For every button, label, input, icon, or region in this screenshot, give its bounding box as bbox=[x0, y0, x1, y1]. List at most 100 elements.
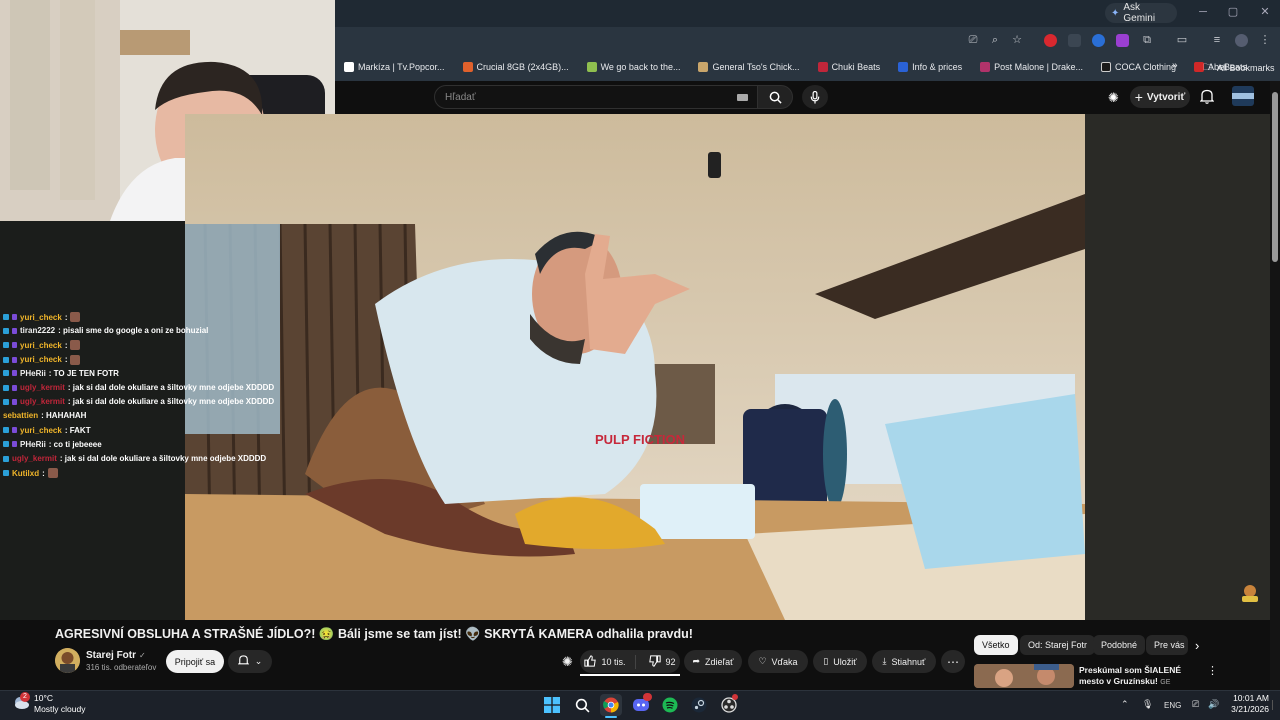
subscriber-badge-icon bbox=[12, 398, 17, 405]
bookmark-item[interactable]: Post Malone | Drake... bbox=[971, 62, 1092, 72]
chip-related[interactable]: Podobné bbox=[1093, 635, 1146, 655]
chat-username[interactable]: PHeRii bbox=[20, 440, 46, 449]
show-desktop-button[interactable] bbox=[1272, 700, 1278, 710]
chat-badge-icon bbox=[3, 470, 9, 477]
bookmark-item[interactable]: We go back to the... bbox=[578, 62, 690, 72]
chat-username[interactable]: ugly_kermit bbox=[20, 397, 65, 406]
thanks-button[interactable]: ♡ Vďaka bbox=[748, 650, 808, 673]
bookmark-star-icon[interactable]: ☆ bbox=[1010, 33, 1024, 47]
search-button[interactable] bbox=[757, 85, 793, 109]
chevron-right-icon[interactable]: › bbox=[1195, 638, 1199, 653]
chat-username[interactable]: yuri_check bbox=[20, 355, 62, 364]
bookmarks-bar: Markíza | Tv.Popcor... Crucial 8GB (2x4G… bbox=[335, 53, 1280, 81]
close-icon[interactable]: ✕ bbox=[1258, 5, 1272, 19]
recommended-menu-icon[interactable]: ⋮ bbox=[1207, 664, 1218, 677]
bookmark-item[interactable]: General Tso's Chick... bbox=[689, 62, 808, 72]
bookmark-item[interactable]: Markíza | Tv.Popcor... bbox=[335, 62, 454, 72]
chat-username[interactable]: yuri_check bbox=[20, 341, 62, 350]
scrollbar-thumb[interactable] bbox=[1272, 92, 1278, 262]
svg-text:PULP FICTION: PULP FICTION bbox=[595, 432, 685, 447]
all-bookmarks-button[interactable]: 🗀 All Bookmarks bbox=[1203, 60, 1275, 76]
chat-message-text: : bbox=[64, 340, 68, 350]
browser-menu-icon[interactable]: ⋮ bbox=[1258, 33, 1272, 47]
more-actions-button[interactable]: ⋯ bbox=[941, 650, 965, 673]
chat-badge-icon bbox=[3, 427, 9, 434]
channel-watermark-logo[interactable] bbox=[1238, 582, 1262, 606]
chat-username[interactable]: tiran2222 bbox=[20, 326, 55, 335]
network-icon[interactable]: ⎚ bbox=[1192, 699, 1199, 710]
chat-message-text: : TO JE TEN FOTR bbox=[48, 368, 119, 378]
notifications-bell-icon[interactable] bbox=[1199, 88, 1215, 109]
search-icon bbox=[575, 698, 589, 712]
video-player[interactable]: PULP FICTION bbox=[185, 114, 1085, 620]
notification-settings-button[interactable]: ⌄ bbox=[228, 650, 272, 673]
dislike-count: 92 bbox=[665, 656, 676, 667]
dislike-button[interactable]: 92 bbox=[641, 654, 676, 669]
taskbar-spotify[interactable] bbox=[659, 694, 681, 716]
chip-from-channel[interactable]: Od: Starej Fotr bbox=[1020, 635, 1096, 655]
taskbar-clock[interactable]: 10:01 AM 3/21/2026 bbox=[1223, 693, 1269, 715]
like-button[interactable]: 10 tis. bbox=[584, 654, 636, 669]
chat-username[interactable]: PHeRii bbox=[20, 369, 46, 378]
chip-all[interactable]: Všetko bbox=[974, 635, 1018, 655]
save-button[interactable]: ▯ Uložiť bbox=[813, 650, 867, 673]
chat-message: sebattien: HAHAHAH bbox=[3, 411, 86, 420]
search-input[interactable]: Hľadať bbox=[434, 85, 759, 109]
thanks-label: Vďaka bbox=[771, 656, 798, 667]
extensions-puzzle-icon[interactable]: ⧉ bbox=[1140, 33, 1154, 47]
thanks-heart-icon: ♡ bbox=[758, 656, 767, 666]
chat-message-text: : pisali sme do google a oni ze bohuzial bbox=[58, 326, 209, 336]
chat-badge-icon bbox=[3, 370, 9, 377]
taskbar-chrome[interactable] bbox=[600, 694, 622, 716]
bookmark-item[interactable]: Crucial 8GB (2x4GB)... bbox=[454, 62, 578, 72]
join-button[interactable]: Pripojiť sa bbox=[166, 650, 224, 673]
bookmark-favicon bbox=[586, 62, 597, 72]
ask-gemini-button[interactable]: ✦ Ask Gemini bbox=[1105, 2, 1177, 24]
zoom-icon[interactable]: ⌕ bbox=[988, 33, 1002, 47]
start-button[interactable] bbox=[541, 694, 563, 716]
share-button[interactable]: ➦ Zdieľať bbox=[684, 650, 742, 673]
side-panel-icon[interactable]: ▭ bbox=[1175, 33, 1189, 47]
maximize-icon[interactable]: ▢ bbox=[1226, 5, 1240, 19]
download-button[interactable]: ⤓ Stiahnuť bbox=[872, 650, 936, 673]
chat-username[interactable]: yuri_check bbox=[20, 426, 62, 435]
profile-avatar[interactable] bbox=[1235, 34, 1248, 47]
extension-grey-icon[interactable] bbox=[1068, 34, 1081, 47]
language-indicator[interactable]: ENG bbox=[1164, 701, 1181, 710]
bookmark-label: Post Malone | Drake... bbox=[994, 62, 1083, 72]
taskbar-steam[interactable] bbox=[688, 694, 710, 716]
ask-ai-sparkle-icon[interactable]: ✺ bbox=[562, 654, 573, 670]
extension-blue-icon[interactable] bbox=[1092, 34, 1105, 47]
cast-icon[interactable]: ⎚ bbox=[966, 33, 980, 47]
premium-sparkle-icon[interactable]: ✺ bbox=[1108, 90, 1119, 106]
subscriber-badge-icon bbox=[12, 370, 17, 377]
bookmarks-overflow-icon[interactable]: » bbox=[1172, 60, 1178, 71]
channel-name[interactable]: Starej Fotr ✓ bbox=[86, 650, 146, 661]
microphone-tray-icon[interactable]: 🎙 bbox=[1142, 699, 1153, 710]
chat-username[interactable]: Kutilxd bbox=[12, 469, 39, 478]
account-avatar[interactable] bbox=[1232, 86, 1254, 106]
taskbar-search-button[interactable] bbox=[571, 694, 593, 716]
extension-red-icon[interactable] bbox=[1044, 34, 1057, 47]
weather-widget[interactable]: 10°C Mostly cloudy bbox=[34, 693, 86, 715]
minimize-icon[interactable]: ─ bbox=[1196, 5, 1210, 19]
recommended-thumbnail[interactable] bbox=[974, 664, 1074, 688]
clock-date: 3/21/2026 bbox=[1231, 704, 1269, 714]
reading-list-icon[interactable]: ≡ bbox=[1210, 33, 1224, 47]
show-hidden-icons[interactable]: ⌃ bbox=[1121, 699, 1129, 710]
chip-for-you[interactable]: Pre vás bbox=[1146, 635, 1188, 655]
chat-username[interactable]: yuri_check bbox=[20, 313, 62, 322]
create-button[interactable]: + Vytvoriť bbox=[1130, 86, 1190, 108]
volume-icon[interactable]: 🔊 bbox=[1208, 699, 1219, 710]
recommended-title[interactable]: Preskúmal som ŠIALENÉ mesto v Gruzínsku!… bbox=[1079, 665, 1203, 688]
bookmark-item[interactable]: Info & prices bbox=[889, 62, 971, 72]
extension-purple-icon[interactable] bbox=[1116, 34, 1129, 47]
chat-emote-icon bbox=[70, 340, 81, 351]
keyboard-icon[interactable] bbox=[737, 93, 748, 101]
chat-username[interactable]: ugly_kermit bbox=[20, 383, 65, 392]
channel-avatar[interactable] bbox=[55, 648, 80, 673]
chat-username[interactable]: ugly_kermit bbox=[12, 454, 57, 463]
bookmark-item[interactable]: Chuki Beats bbox=[809, 62, 890, 72]
chat-username[interactable]: sebattien bbox=[3, 411, 38, 420]
voice-search-button[interactable] bbox=[802, 85, 828, 109]
